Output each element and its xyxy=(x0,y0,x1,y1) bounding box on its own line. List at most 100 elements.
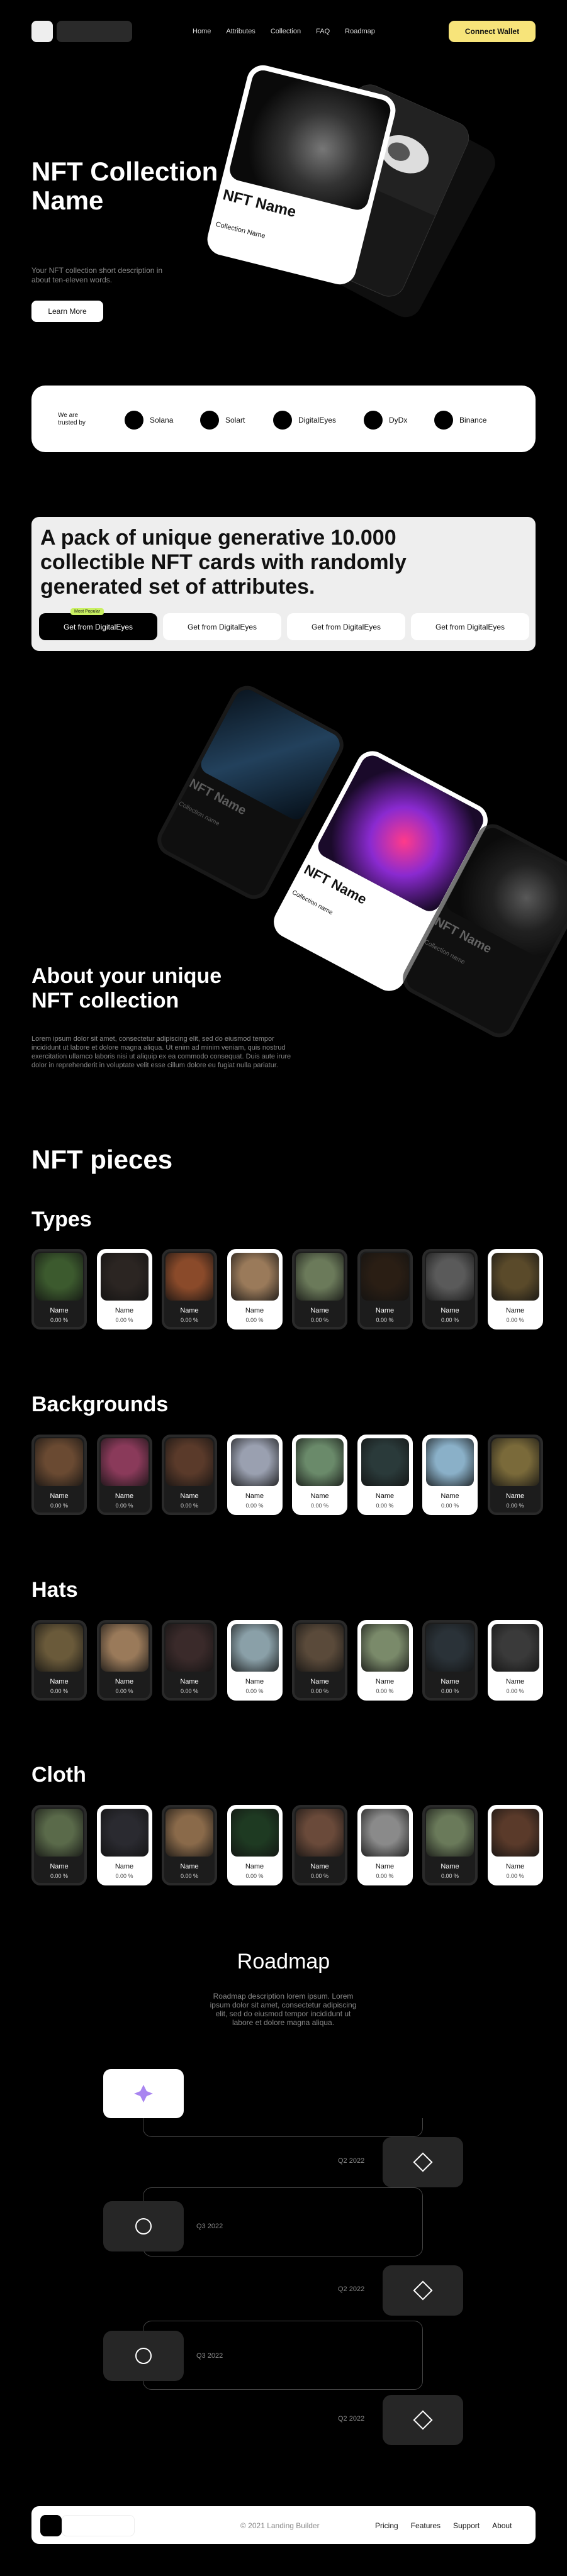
partner-solana[interactable]: Solana xyxy=(125,411,173,430)
category-title-hats: Hats xyxy=(31,1578,78,1602)
footer-link-about[interactable]: About xyxy=(492,2521,512,2530)
nft-piece-tile[interactable]: Name 0.00 % xyxy=(162,1805,217,1885)
nft-piece-image xyxy=(361,1253,409,1301)
nft-piece-tile[interactable]: Name 0.00 % xyxy=(96,1249,152,1330)
nft-piece-rarity: 0.00 % xyxy=(115,1317,133,1323)
nft-piece-rarity: 0.00 % xyxy=(310,1873,329,1879)
nft-piece-name: Name xyxy=(245,1492,264,1500)
nft-piece-tile[interactable]: Name 0.00 % xyxy=(227,1435,283,1515)
nft-piece-tile[interactable]: Name 0.00 % xyxy=(357,1805,413,1885)
nft-piece-name: Name xyxy=(505,1863,525,1870)
nft-piece-name: Name xyxy=(441,1863,459,1870)
roadmap-step-2[interactable] xyxy=(103,2201,184,2251)
connect-wallet-button[interactable]: Connect Wallet xyxy=(449,21,536,42)
logo-mark[interactable] xyxy=(31,21,53,42)
tile-grid: Name 0.00 % Name 0.00 % Name 0.00 % Name 0.00 %… xyxy=(31,1805,543,1885)
nft-piece-image xyxy=(100,1809,149,1857)
nft-piece-tile[interactable]: Name 0.00 % xyxy=(96,1805,152,1885)
nft-piece-rarity: 0.00 % xyxy=(506,1502,524,1509)
nft-piece-tile[interactable]: Name 0.00 % xyxy=(487,1620,543,1701)
learn-more-button[interactable]: Learn More xyxy=(31,301,103,322)
footer-link-features[interactable]: Features xyxy=(411,2521,441,2530)
logo-wordmark[interactable] xyxy=(57,21,132,42)
nft-piece-tile[interactable]: Name 0.00 % xyxy=(422,1435,478,1515)
nft-piece-tile[interactable]: Name 0.00 % xyxy=(487,1249,543,1330)
about-description: Lorem ipsum dolor sit amet, consectetur … xyxy=(31,1035,291,1069)
partner-digitaleyes[interactable]: DigitalEyes xyxy=(273,411,336,430)
footer-link-support[interactable]: Support xyxy=(453,2521,480,2530)
roadmap-date-4: Q3 2022 xyxy=(196,2352,223,2360)
diamond-icon xyxy=(413,2280,433,2301)
roadmap-step-4[interactable] xyxy=(103,2331,184,2381)
nft-piece-tile[interactable]: Name 0.00 % xyxy=(422,1249,478,1330)
get-button-3[interactable]: Get from DigitalEyes xyxy=(287,613,405,640)
nft-piece-tile[interactable]: Name 0.00 % xyxy=(162,1620,217,1701)
footer-link-pricing[interactable]: Pricing xyxy=(375,2521,398,2530)
get-button-4[interactable]: Get from DigitalEyes xyxy=(411,613,529,640)
get-button-2[interactable]: Get from DigitalEyes xyxy=(163,613,281,640)
roadmap-step-3[interactable] xyxy=(383,2265,463,2316)
partner-dydx[interactable]: DyDx xyxy=(364,411,407,430)
nav-roadmap[interactable]: Roadmap xyxy=(345,28,375,35)
footer-copyright: © 2021 Landing Builder xyxy=(240,2521,320,2530)
nft-piece-tile[interactable]: Name 0.00 % xyxy=(422,1805,478,1885)
solart-icon xyxy=(200,411,219,430)
nft-piece-tile[interactable]: Name 0.00 % xyxy=(422,1620,478,1701)
nft-piece-name: Name xyxy=(375,1307,395,1314)
nft-piece-tile[interactable]: Name 0.00 % xyxy=(292,1805,347,1885)
footer-logo-wordmark[interactable] xyxy=(62,2515,135,2536)
get-button-1[interactable]: Get from DigitalEyes xyxy=(39,613,157,640)
diamond-icon xyxy=(413,2410,433,2430)
nav-collection[interactable]: Collection xyxy=(271,28,301,35)
roadmap-start-card[interactable] xyxy=(103,2069,184,2118)
tile-grid: Name 0.00 % Name 0.00 % Name 0.00 % Name 0.00 %… xyxy=(31,1435,543,1515)
partner-solart[interactable]: Solart xyxy=(200,411,245,430)
nft-piece-tile[interactable]: Name 0.00 % xyxy=(162,1249,217,1330)
nft-piece-tile[interactable]: Name 0.00 % xyxy=(357,1249,413,1330)
category-title-types: Types xyxy=(31,1208,92,1231)
nft-piece-name: Name xyxy=(180,1863,199,1870)
nft-piece-image xyxy=(230,1809,279,1857)
partner-binance[interactable]: Binance xyxy=(434,411,486,430)
nft-piece-tile[interactable]: Name 0.00 % xyxy=(31,1805,87,1885)
nft-piece-tile[interactable]: Name 0.00 % xyxy=(31,1620,87,1701)
footer: © 2021 Landing Builder Pricing Features … xyxy=(31,2506,536,2544)
nft-piece-tile[interactable]: Name 0.00 % xyxy=(162,1435,217,1515)
nav-attributes[interactable]: Attributes xyxy=(226,28,255,35)
nft-piece-rarity: 0.00 % xyxy=(50,1502,69,1509)
roadmap-connector xyxy=(143,2321,423,2390)
nft-piece-tile[interactable]: Name 0.00 % xyxy=(292,1249,347,1330)
nav-faq[interactable]: FAQ xyxy=(316,28,330,35)
nft-piece-tile[interactable]: Name 0.00 % xyxy=(292,1435,347,1515)
nft-piece-tile[interactable]: Name 0.00 % xyxy=(227,1620,283,1701)
nav-home[interactable]: Home xyxy=(193,28,211,35)
nft-piece-tile[interactable]: Name 0.00 % xyxy=(227,1805,283,1885)
nft-piece-name: Name xyxy=(115,1678,134,1685)
pack-title: A pack of unique generative 10.000 colle… xyxy=(40,526,407,599)
nft-piece-name: Name xyxy=(50,1863,69,1870)
nft-piece-name: Name xyxy=(310,1863,329,1870)
roadmap-step-5[interactable] xyxy=(383,2395,463,2445)
nft-piece-image xyxy=(426,1809,474,1857)
binance-icon xyxy=(434,411,453,430)
nft-piece-tile[interactable]: Name 0.00 % xyxy=(227,1249,283,1330)
nft-piece-name: Name xyxy=(441,1307,459,1314)
footer-logo-mark[interactable] xyxy=(40,2515,62,2536)
diamond-icon xyxy=(413,2152,433,2172)
nft-piece-tile[interactable]: Name 0.00 % xyxy=(357,1435,413,1515)
nft-piece-tile[interactable]: Name 0.00 % xyxy=(31,1435,87,1515)
nft-piece-tile[interactable]: Name 0.00 % xyxy=(31,1249,87,1330)
nft-piece-rarity: 0.00 % xyxy=(376,1688,394,1694)
nft-piece-image xyxy=(35,1624,83,1672)
nft-piece-tile[interactable]: Name 0.00 % xyxy=(487,1435,543,1515)
roadmap-description: Roadmap description lorem ipsum. Lorem i… xyxy=(210,1992,357,2027)
nft-piece-tile[interactable]: Name 0.00 % xyxy=(292,1620,347,1701)
nft-piece-tile[interactable]: Name 0.00 % xyxy=(487,1805,543,1885)
circle-icon xyxy=(135,2348,152,2364)
nft-piece-tile[interactable]: Name 0.00 % xyxy=(357,1620,413,1701)
nft-piece-tile[interactable]: Name 0.00 % xyxy=(96,1620,152,1701)
nft-piece-tile[interactable]: Name 0.00 % xyxy=(96,1435,152,1515)
nft-piece-rarity: 0.00 % xyxy=(245,1688,264,1694)
nft-piece-rarity: 0.00 % xyxy=(310,1317,329,1323)
roadmap-step-1[interactable] xyxy=(383,2137,463,2187)
